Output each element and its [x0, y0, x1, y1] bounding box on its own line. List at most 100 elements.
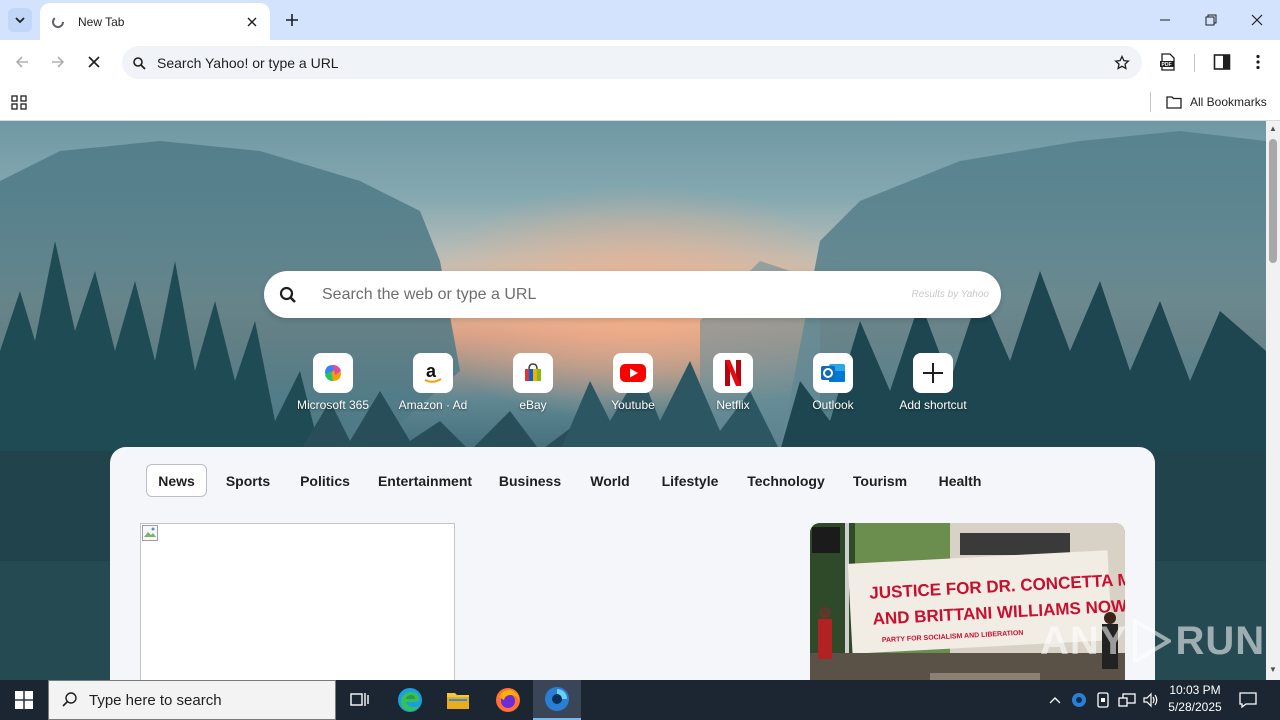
all-bookmarks-button[interactable]: All Bookmarks: [1166, 91, 1267, 113]
bookmark-star-icon[interactable]: [1106, 54, 1138, 71]
shortcut-add[interactable]: Add shortcut: [888, 353, 978, 415]
news-tab-world[interactable]: World: [582, 464, 638, 497]
shortcut-youtube[interactable]: Youtube: [588, 353, 678, 415]
arrow-right-icon: [52, 56, 65, 68]
play-logo-icon: [1133, 619, 1172, 663]
notification-icon: [1239, 692, 1257, 708]
news-tab-lifestyle[interactable]: Lifestyle: [654, 464, 726, 497]
speaker-icon: [1143, 692, 1158, 708]
bookmarks-bar: All Bookmarks: [0, 85, 1280, 121]
search-icon: [266, 286, 310, 304]
outlook-icon: [821, 364, 845, 382]
news-tab-politics[interactable]: Politics: [292, 464, 358, 497]
shortcut-tile: [513, 353, 553, 393]
device-icon: [1097, 692, 1109, 708]
back-button[interactable]: [8, 48, 36, 76]
address-bar[interactable]: Search Yahoo! or type a URL: [122, 46, 1142, 79]
taskbar-app-edge[interactable]: [386, 680, 434, 720]
search-icon: [124, 56, 154, 70]
shortcut-tile: [913, 353, 953, 393]
folder-icon: [1166, 96, 1182, 109]
taskbar-clock[interactable]: 10:03 PM 5/28/2025: [1160, 682, 1230, 718]
clock-time: 10:03 PM: [1169, 683, 1221, 697]
shortcut-label: Youtube: [611, 398, 655, 412]
stop-loading-button[interactable]: [80, 48, 108, 76]
taskbar-search-placeholder: Type here to search: [89, 691, 222, 709]
windows-logo-icon: [15, 691, 33, 709]
edge-icon: [398, 688, 422, 712]
news-tab-health[interactable]: Health: [928, 464, 992, 497]
anyrun-watermark: ANY RUN: [1040, 611, 1265, 671]
new-tab-button[interactable]: [280, 8, 304, 32]
apps-grid-icon[interactable]: [10, 92, 30, 112]
svg-text:PDF: PDF: [1162, 62, 1172, 68]
tab-strip: New Tab: [0, 0, 1280, 40]
chevron-down-icon: [15, 17, 25, 24]
restore-button[interactable]: [1188, 0, 1234, 40]
start-button[interactable]: [0, 680, 48, 720]
minimize-button[interactable]: [1142, 0, 1188, 40]
news-tab-entertainment[interactable]: Entertainment: [372, 464, 478, 497]
all-bookmarks-label: All Bookmarks: [1190, 95, 1267, 109]
forward-button[interactable]: [44, 48, 72, 76]
shortcut-amazon[interactable]: a Amazon · Ad: [388, 353, 478, 415]
shortcut-tile: a: [413, 353, 453, 393]
shortcut-label: Amazon · Ad: [398, 398, 468, 412]
close-tab-icon[interactable]: [244, 14, 260, 30]
broken-image-icon: [142, 525, 158, 541]
news-tab-sports[interactable]: Sports: [218, 464, 278, 497]
shortcut-tile: [713, 353, 753, 393]
scroll-down-arrow-icon[interactable]: ▼: [1269, 666, 1277, 674]
search-icon: [62, 692, 77, 707]
news-tab-business[interactable]: Business: [494, 464, 566, 497]
shortcut-label: eBay: [519, 398, 547, 412]
plus-icon: [923, 363, 943, 383]
close-icon: [1251, 14, 1263, 26]
firefox-icon: [496, 688, 520, 712]
tray-volume-icon[interactable]: [1140, 680, 1162, 720]
news-article-image[interactable]: [140, 523, 455, 680]
shortcut-ebay[interactable]: eBay: [488, 353, 578, 415]
web-search-box[interactable]: Search the web or type a URL Results by …: [264, 271, 1001, 318]
taskbar-app-browser-active[interactable]: [533, 680, 581, 720]
tab-search-button[interactable]: [8, 8, 32, 32]
web-search-placeholder: Search the web or type a URL: [322, 285, 537, 303]
watermark-left-text: ANY: [1040, 618, 1128, 663]
tray-browser-icon[interactable]: [1068, 680, 1090, 720]
shortcut-outlook[interactable]: Outlook: [788, 353, 878, 415]
pdf-extension-button[interactable]: PDF: [1154, 48, 1182, 76]
loading-spinner-icon: [50, 14, 66, 30]
tab-title: New Tab: [78, 14, 125, 29]
tab-new-tab[interactable]: New Tab: [40, 3, 270, 40]
close-icon: [88, 56, 100, 68]
side-panel-button[interactable]: [1208, 48, 1236, 76]
shortcut-netflix[interactable]: Netflix: [688, 353, 778, 415]
news-tab-technology[interactable]: Technology: [740, 464, 832, 497]
taskbar-search-box[interactable]: Type here to search: [48, 680, 336, 720]
taskbar-app-firefox[interactable]: [484, 680, 532, 720]
watermark-right-text: RUN: [1175, 618, 1266, 663]
scroll-up-arrow-icon[interactable]: ▲: [1269, 125, 1277, 133]
scrollbar-thumb[interactable]: [1269, 139, 1277, 263]
shortcut-label: Add shortcut: [899, 398, 967, 412]
menu-button[interactable]: [1244, 48, 1272, 76]
more-vertical-icon: [1256, 54, 1260, 70]
shortcut-label: Microsoft 365: [296, 398, 370, 412]
minimize-icon: [1160, 19, 1170, 21]
taskbar-app-file-explorer[interactable]: [434, 680, 482, 720]
shortcut-microsoft-365[interactable]: Microsoft 365: [288, 353, 378, 415]
task-view-button[interactable]: [336, 680, 384, 720]
tray-device-icon[interactable]: [1092, 680, 1114, 720]
arrow-left-icon: [15, 56, 28, 68]
shortcut-label: Outlook: [812, 398, 854, 412]
page-scrollbar[interactable]: ▲ ▼: [1266, 121, 1280, 680]
news-tab-tourism[interactable]: Tourism: [848, 464, 912, 497]
shortcut-tile: [813, 353, 853, 393]
news-tab-news[interactable]: News: [146, 464, 207, 497]
action-center-button[interactable]: [1232, 680, 1264, 720]
close-window-button[interactable]: [1234, 0, 1280, 40]
tray-network-icon[interactable]: [1116, 680, 1138, 720]
show-hidden-icons-button[interactable]: [1044, 680, 1066, 720]
folder-icon: [447, 693, 469, 709]
netflix-icon: [725, 360, 741, 386]
